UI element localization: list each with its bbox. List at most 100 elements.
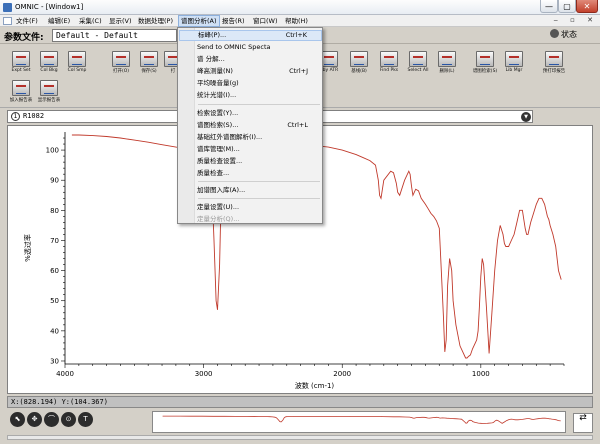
x-tick-label: 3000 [195,370,213,378]
menu-report[interactable]: 报告(R) [220,15,247,27]
menu-option[interactable]: 标峰(P)... Ctrl+K [179,30,322,41]
menu-option-label: 加谱图入库(A)... [197,186,246,194]
menu-separator [198,104,320,105]
menu-option[interactable]: 谱图检索(S)... Ctrl+L [179,120,322,131]
add-to-report-button[interactable]: 加入报告表 [8,79,34,107]
status-icon [550,29,559,38]
menu-option[interactable]: 谱 分解... [179,54,322,65]
menu-option-label: 统计光谱(I)... [197,91,237,99]
zoom-tool-icon[interactable]: ⊙ [61,412,76,427]
spectrum-number-icon: 1 [11,112,20,121]
save-icon [140,51,158,67]
region-tool-icon[interactable]: ✥ [27,412,42,427]
menu-option[interactable]: 基础红外谱图解析(I)... [179,132,322,143]
menu-edit[interactable]: 编辑(E) [46,15,72,27]
y-tick-label: 50 [50,297,59,305]
status-button[interactable]: 状态 [550,29,577,40]
peak-tool-icon[interactable]: ⌒ [44,412,59,427]
spectrum-dropdown-button[interactable]: ▼ [521,112,531,122]
menu-bar: 文件(F) 编辑(E) 采集(C) 显示(V) 数据处理(P) 谱图分析(A) … [0,15,600,27]
menu-option[interactable]: 平均噪音量(g) [179,78,322,89]
menu-collect[interactable]: 采集(C) [77,15,104,27]
collect-background-icon [40,51,58,67]
menu-option[interactable]: 加谱图入库(A)... [179,185,322,196]
find-peaks-icon [380,51,398,67]
menu-option-label: 谱 分解... [197,55,225,63]
text-tool-icon[interactable]: T [78,412,93,427]
delete-icon [438,51,456,67]
x-tick-label: 1000 [472,370,490,378]
omnic-window: OMNIC - [Window1] — ▢ ✕ 文件(F) 编辑(E) 采集(C… [0,0,600,444]
menu-option-label: 谱图检索(S)... [197,121,239,129]
menu-view[interactable]: 显示(V) [107,15,134,27]
menu-process[interactable]: 数据处理(P) [136,15,175,27]
collect-sample-button[interactable]: Col Smp [64,50,90,78]
experiment-setup-button[interactable]: Expt Set [8,50,34,78]
menu-file[interactable]: 文件(F) [14,15,40,27]
select-all-button[interactable]: Select All [405,50,431,78]
find-peaks-button[interactable]: Find Pks [376,50,402,78]
print-report-button[interactable]: 预打印报告 [541,50,567,78]
menu-option[interactable]: 质量检查设置... [179,156,322,167]
spectral-search-icon [476,51,494,67]
library-manager-button[interactable]: Lib Mgr [501,50,527,78]
spectrum-title[interactable]: R1082 [23,112,44,120]
overview-trace [162,415,561,424]
menu-option[interactable]: Send to OMNIC Specta [179,42,322,53]
library-manager-icon [505,51,523,67]
menu-option[interactable]: 检索设置(Y)... [179,108,322,119]
overview-scrollbar[interactable] [7,435,593,440]
menu-analyze[interactable]: 谱图分析(A) [178,15,220,27]
menu-option-shortcut: Ctrl+K [285,31,307,39]
collect-sample-icon [68,51,86,67]
y-tick-label: 40 [50,327,59,335]
menu-option-label: Send to OMNIC Specta [197,43,271,51]
baseline-button[interactable]: 基线(B) [346,50,372,78]
menu-option[interactable]: 质量检查... [179,168,322,179]
close-button[interactable]: ✕ [576,0,598,13]
menu-separator [198,198,320,199]
open-icon [112,51,130,67]
y-axis-label: %透过率 [23,234,32,262]
open-button[interactable]: 打开(O) [108,50,134,78]
spectrum-overview[interactable] [152,411,566,433]
spectral-search-button[interactable]: 谱图检索(S) [472,50,498,78]
experiment-setup-icon [12,51,30,67]
analyze-menu-dropdown: 标峰(P)... Ctrl+K Send to OMNIC Specta 谱 分解..… [177,27,323,224]
maximize-button[interactable]: ▢ [558,0,576,13]
x-tick-label: 2000 [333,370,351,378]
bottom-toolbar: ⬉ ✥ ⌒ ⊙ T ⇄ [0,409,600,444]
mdi-window-controls[interactable]: ‒ ▫ ✕ [553,16,598,24]
y-tick-label: 80 [50,207,59,215]
delete-button[interactable]: 删除(L) [434,50,460,78]
status-label: 状态 [561,30,577,39]
add-to-report-icon [12,80,30,96]
coordinate-bar: X:(828.194) Y:(104.367) [7,396,593,408]
y-tick-label: 60 [50,267,59,275]
app-icon [3,3,12,12]
menu-window[interactable]: 窗口(W) [251,15,280,27]
y-tick-label: 100 [46,147,59,155]
menu-option[interactable]: 统计光谱(I)... [179,90,322,101]
y-tick-label: 90 [50,177,59,185]
cursor-coordinates: X:(828.194) Y:(104.367) [11,398,108,406]
menu-option-label: 质量检查设置... [197,157,243,165]
show-report-button[interactable]: 显示报告表 [36,79,62,107]
menu-option[interactable]: 定量设置(U)... [179,202,322,213]
title-bar: OMNIC - [Window1] — ▢ ✕ [0,0,600,15]
menu-option-shortcut: Ctrl+J [289,67,308,75]
document-icon [3,17,12,25]
menu-option[interactable]: 谱库管理(M)... [179,144,322,155]
save-button[interactable]: 保存(S) [136,50,162,78]
menu-option-label: 基础红外谱图解析(I)... [197,133,263,141]
parameter-file-select[interactable]: Default - Default [52,29,177,42]
select-tool-icon[interactable]: ⬉ [10,412,25,427]
menu-help[interactable]: 帮助(H) [283,15,310,27]
parameter-file-label: 参数文件: [4,33,44,43]
menu-option-label: 标峰(P)... [198,31,227,39]
print-report-icon [545,51,563,67]
minimize-button[interactable]: — [540,0,558,13]
collect-background-button[interactable]: Col Bkg [36,50,62,78]
menu-option[interactable]: 峰高测量(N) Ctrl+J [179,66,322,77]
swap-arrows-icon[interactable]: ⇄ [573,413,593,433]
